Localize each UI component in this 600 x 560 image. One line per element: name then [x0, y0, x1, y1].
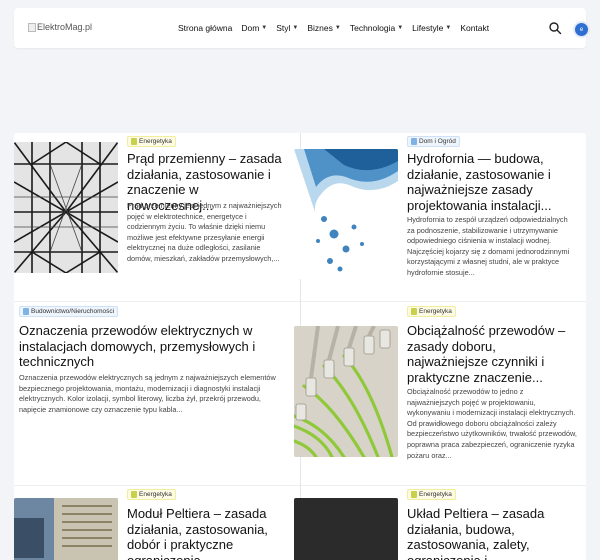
category-icon [411, 138, 417, 145]
article-excerpt: Obciążalność przewodów to jedno z najważ… [407, 387, 577, 460]
language-badge-text: e [579, 26, 584, 33]
nav-item-lifestyle[interactable]: Lifestyle ▼ [412, 23, 451, 33]
logo-alt-text: ElektroMag.pl [37, 22, 93, 32]
article-title[interactable]: Moduł Peltiera – zasada działania, zasto… [127, 506, 287, 560]
category-badge[interactable]: Dom i Ogród [407, 136, 460, 147]
category-icon [131, 491, 137, 498]
broken-image-icon [28, 22, 36, 32]
chevron-down-icon: ▼ [261, 25, 268, 31]
category-icon [23, 308, 29, 315]
category-label: Energetyka [419, 308, 452, 315]
row-divider [301, 485, 586, 486]
nav-label: Dom [241, 23, 260, 33]
language-badge[interactable]: e [575, 23, 588, 36]
category-label: Energetyka [139, 491, 172, 498]
nav-item-dom[interactable]: Dom ▼ [241, 23, 267, 33]
category-badge[interactable]: Energetyka [407, 306, 456, 317]
nav-item-home[interactable]: Strona główna [178, 23, 232, 33]
article-title[interactable]: Hydrofornia — budowa, działanie, zastoso… [407, 151, 569, 213]
category-badge[interactable]: Energetyka [127, 136, 176, 147]
category-icon [411, 491, 417, 498]
row-divider [14, 301, 300, 302]
nav-label: Technologia [349, 23, 396, 33]
category-badge[interactable]: Energetyka [407, 489, 456, 500]
article-image-water[interactable] [294, 149, 398, 279]
article-excerpt: Oznaczenia przewodów elektrycznych są je… [19, 373, 276, 414]
category-label: Energetyka [139, 138, 172, 145]
article-title[interactable]: Oznaczenia przewodów elektrycznych w ins… [19, 323, 259, 370]
site-header: ElektroMag.pl Strona główna Dom ▼ Styl ▼ B… [14, 8, 588, 48]
nav-label: Kontakt [460, 23, 490, 33]
chevron-down-icon: ▼ [445, 25, 452, 31]
chevron-down-icon: ▼ [397, 25, 404, 31]
row-divider [14, 485, 300, 486]
nav-item-technologia[interactable]: Technologia ▼ [350, 23, 403, 33]
article-title[interactable]: Obciążalność przewodów – zasady doboru, … [407, 323, 572, 385]
category-icon [411, 308, 417, 315]
article-excerpt: Hydrofornia to zespół urządzeń odpowiedz… [407, 215, 570, 277]
chevron-down-icon: ▼ [292, 25, 299, 31]
category-label: Energetyka [419, 491, 452, 498]
category-label: Dom i Ogród [419, 138, 456, 145]
articles-grid: Energetyka Prąd przemienny – zasada dzia… [14, 133, 586, 560]
search-icon[interactable] [548, 21, 562, 35]
nav-label: Styl [276, 23, 291, 33]
article-image-peltier-module[interactable] [14, 498, 118, 560]
article-excerpt: Prąd przemienny jest jednym z najważniej… [127, 201, 282, 263]
nav-label: Strona główna [178, 23, 233, 33]
category-badge[interactable]: Budownictwo/Nieruchomości [19, 306, 119, 317]
row-divider [301, 301, 586, 302]
category-icon [131, 138, 137, 145]
category-label: Budownictwo/Nieruchomości [31, 308, 115, 315]
site-logo[interactable]: ElektroMag.pl [28, 22, 92, 32]
article-image-pylon[interactable] [14, 142, 118, 273]
nav-item-biznes[interactable]: Biznes ▼ [307, 23, 340, 33]
article-image-peltier-system[interactable] [294, 498, 398, 560]
nav-label: Lifestyle [412, 23, 444, 33]
chevron-down-icon: ▼ [334, 25, 341, 31]
nav-item-kontakt[interactable]: Kontakt [460, 23, 489, 33]
article-image-cables[interactable] [294, 326, 398, 457]
nav-label: Biznes [307, 23, 333, 33]
category-badge[interactable]: Energetyka [127, 489, 176, 500]
article-title[interactable]: Układ Peltiera – zasada działania, budow… [407, 506, 567, 560]
nav-item-styl[interactable]: Styl ▼ [276, 23, 298, 33]
main-nav: Strona główna Dom ▼ Styl ▼ Biznes ▼ Technol… [178, 8, 489, 48]
